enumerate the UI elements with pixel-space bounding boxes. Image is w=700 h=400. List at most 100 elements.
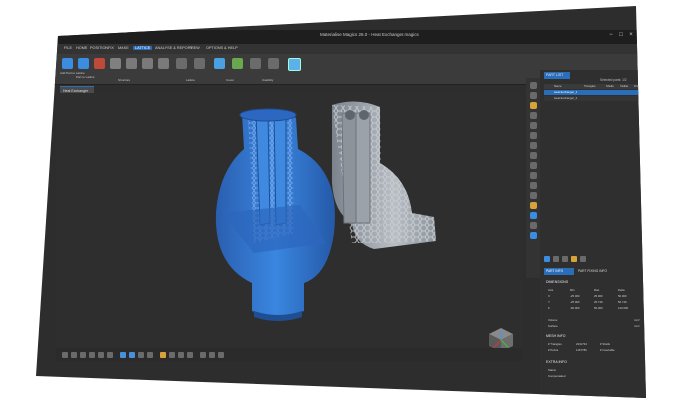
menu-analyse-report[interactable]: ANALYSE & REPORT <box>155 46 193 50</box>
unmark-tool-icon[interactable] <box>530 122 537 129</box>
menu-options-help[interactable]: OPTIONS & HELP <box>206 46 238 50</box>
globe-tool-icon[interactable] <box>530 232 537 239</box>
move-tool-icon[interactable] <box>530 92 537 99</box>
tab-part-info-label: PART INFO <box>546 269 564 273</box>
lattice-structures-icon[interactable] <box>142 58 153 69</box>
section-icon[interactable] <box>187 352 193 358</box>
select-tool-icon[interactable] <box>530 82 537 89</box>
ribbon-group-cover: Cover <box>226 78 235 82</box>
rotate-icon[interactable] <box>147 352 153 358</box>
dim-z-max: 50.000 <box>594 306 603 310</box>
pack-lattice-icon[interactable] <box>232 58 243 69</box>
view-left-icon[interactable] <box>80 352 86 358</box>
rotate-tool-icon[interactable] <box>530 132 537 139</box>
points-label: # Points <box>548 348 559 352</box>
dim-y-delta: 50.749 <box>618 300 627 304</box>
view-right-icon[interactable] <box>89 352 95 358</box>
dim-z-axis: Z <box>548 306 550 310</box>
layers-icon[interactable] <box>553 256 559 262</box>
convert-lattice-icon[interactable] <box>214 58 225 69</box>
volume-label: Volume <box>548 318 558 322</box>
annotate-icon[interactable] <box>209 352 215 358</box>
wrench-tool-icon[interactable] <box>530 202 537 209</box>
tab-part-fixing-info[interactable]: PART FIXING INFO <box>578 269 607 273</box>
lattice-settings-icon[interactable] <box>94 58 105 69</box>
label-icon[interactable] <box>571 256 577 262</box>
ribbon-group-usability: Usability <box>262 78 274 82</box>
zoom-fit-icon[interactable] <box>120 352 126 358</box>
support-tool-icon[interactable] <box>530 222 537 229</box>
close-button[interactable]: × <box>628 32 634 38</box>
part-list-col-triangles: Triangles <box>584 84 596 88</box>
window-title: Materialise Magics 26.0 - Heat Exchanger… <box>320 32 419 37</box>
split-part-icon[interactable] <box>194 58 205 69</box>
volume-unit: mm³ <box>634 318 640 322</box>
dim-x-max: 25.000 <box>594 294 603 298</box>
triangles-value: 2331734 <box>576 342 587 346</box>
document-tool-icon[interactable] <box>530 192 537 199</box>
part-list-row[interactable]: Heat Exchanger_2 <box>544 96 644 101</box>
wireframe-icon[interactable] <box>169 352 175 358</box>
menu-bar: FILE HOME POSITION FIX MAKE LATTICE ANAL… <box>36 44 646 54</box>
highlight-tool-icon[interactable] <box>530 102 537 109</box>
update-icon[interactable] <box>158 58 169 69</box>
dimensions-table: Axis Min Max Delta X -25.000 25.000 50.0… <box>546 288 644 316</box>
add-part-to-lattice-icon[interactable] <box>62 58 73 69</box>
dim-x-axis: X <box>548 294 550 298</box>
view-back-icon[interactable] <box>71 352 77 358</box>
application-window: Materialise Magics 26.0 - Heat Exchanger… <box>36 6 646 398</box>
part-list-col-shells: Shells <box>606 84 614 88</box>
view-bottom-icon[interactable] <box>107 352 113 358</box>
maximize-button[interactable]: □ <box>618 32 624 38</box>
dimensions-title: DIMENSIONS <box>546 280 569 284</box>
dim-y-max: 25.749 <box>594 300 603 304</box>
mark-tool-icon[interactable] <box>530 112 537 119</box>
mesh-info-title: MESH INFO <box>546 334 566 338</box>
screenshot-icon[interactable] <box>218 352 224 358</box>
blue-lattice-part[interactable] <box>215 108 335 321</box>
shells-label: # Shells <box>600 342 610 346</box>
generate-lattice-icon[interactable] <box>250 58 261 69</box>
dim-z-min: -90.000 <box>570 306 580 310</box>
lattice-tool-icon[interactable] <box>530 212 537 219</box>
menu-make[interactable]: MAKE <box>118 46 129 50</box>
document-tab-label: Heat Exchanger <box>63 88 89 93</box>
part-icon[interactable] <box>544 256 550 262</box>
shading-icon[interactable] <box>160 352 166 358</box>
part-list-row-name: Heat Exchanger_2 <box>554 96 578 100</box>
menu-lattice[interactable]: LATTICE <box>133 46 153 50</box>
lattice-library-icon[interactable] <box>288 58 301 71</box>
measure-icon[interactable] <box>200 352 206 358</box>
settings-icon[interactable] <box>580 256 586 262</box>
pan-icon[interactable] <box>138 352 144 358</box>
duplicate-tool-icon[interactable] <box>530 172 537 179</box>
minimize-button[interactable]: − <box>608 32 614 38</box>
grey-lattice-part[interactable] <box>332 101 436 249</box>
create-surfaces-icon[interactable] <box>176 58 187 69</box>
menu-file[interactable]: FILE <box>64 46 72 50</box>
dim-y-axis: Y <box>548 300 550 304</box>
3d-viewport[interactable] <box>56 93 522 363</box>
zoom-icon[interactable] <box>129 352 135 358</box>
selected-parts-label: Selected parts: 1/2 <box>600 78 627 82</box>
part-to-lattice-icon[interactable] <box>78 58 89 69</box>
cut-tool-icon[interactable] <box>530 162 537 169</box>
menu-view[interactable]: VIEW <box>190 46 200 50</box>
menu-position[interactable]: POSITION <box>90 46 108 50</box>
part-list-row[interactable]: Heat Exchanger_1 <box>544 90 644 95</box>
view-front-icon[interactable] <box>62 352 68 358</box>
dim-y-min: -25.000 <box>570 300 580 304</box>
dim-header-axis: Axis <box>548 288 554 292</box>
triangles-icon[interactable] <box>178 352 184 358</box>
menu-home[interactable]: HOME <box>76 46 87 50</box>
menu-fix[interactable]: FIX <box>108 46 114 50</box>
lattice-settings-2-icon[interactable] <box>268 58 279 69</box>
support-icon[interactable] <box>562 256 568 262</box>
graded-settings-icon[interactable] <box>110 58 121 69</box>
info-tool-icon[interactable] <box>530 182 537 189</box>
view-top-icon[interactable] <box>98 352 104 358</box>
mirror-tool-icon[interactable] <box>530 152 537 159</box>
surface-structure-icon[interactable] <box>126 58 137 69</box>
scale-tool-icon[interactable] <box>530 142 537 149</box>
status-value: Compensated <box>548 374 566 378</box>
